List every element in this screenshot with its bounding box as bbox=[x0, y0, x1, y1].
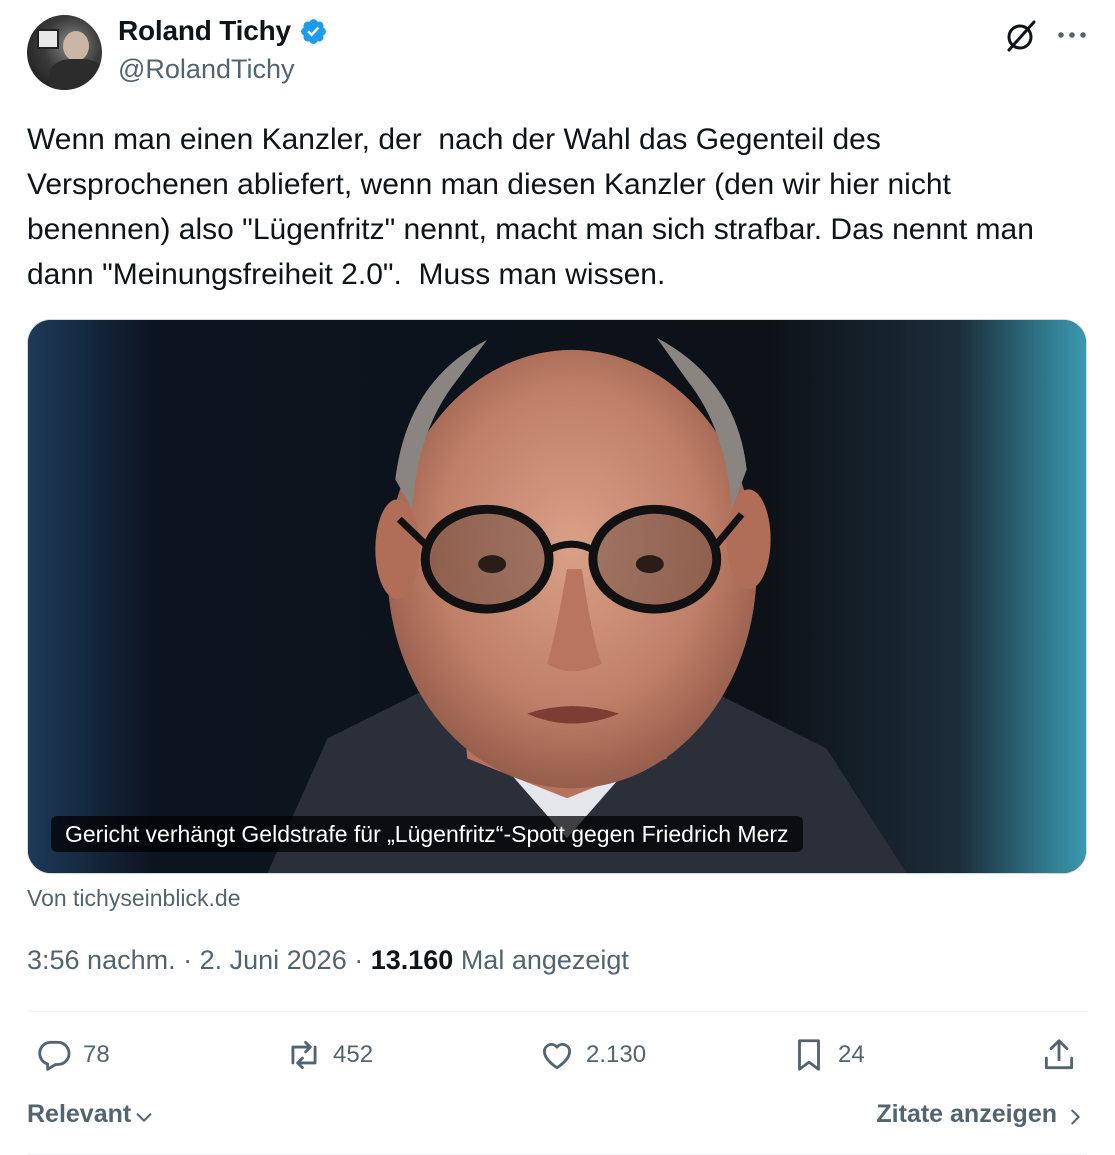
retweet-icon bbox=[291, 1040, 317, 1070]
share-button[interactable] bbox=[1040, 1036, 1088, 1074]
bookmark-count: 24 bbox=[838, 1041, 865, 1068]
grok-icon[interactable] bbox=[1003, 18, 1039, 54]
link-card[interactable]: Gericht verhängt Geldstrafe für „Lügenfr… bbox=[27, 319, 1087, 874]
repost-button[interactable]: 452 bbox=[285, 1036, 373, 1074]
card-caption: Gericht verhängt Geldstrafe für „Lügenfr… bbox=[51, 816, 803, 852]
avatar[interactable] bbox=[27, 15, 102, 90]
card-photo bbox=[28, 320, 1086, 873]
heart-icon bbox=[542, 1043, 572, 1070]
avatar-frame bbox=[37, 29, 59, 49]
meta-separator: · bbox=[346, 945, 371, 975]
share-icon bbox=[1044, 1039, 1074, 1070]
view-quotes-link[interactable]: Zitate anzeigen bbox=[876, 1100, 1085, 1129]
reply-bubble-icon bbox=[38, 1040, 71, 1071]
chevron-right-icon bbox=[1071, 1109, 1080, 1124]
verified-badge-icon[interactable] bbox=[299, 17, 328, 46]
reply-button[interactable]: 78 bbox=[35, 1036, 110, 1074]
views-label: Mal angezeigt bbox=[453, 945, 629, 975]
tweet: Roland Tichy @RolandTichy Wenn man einen… bbox=[0, 0, 1115, 1155]
sort-dropdown[interactable]: Relevant bbox=[27, 1100, 155, 1129]
tweet-text: Wenn man einen Kanzler, der nach der Wah… bbox=[27, 123, 1043, 291]
timestamp-time[interactable]: 3:56 nachm. bbox=[27, 945, 176, 975]
name-row: Roland Tichy bbox=[118, 15, 328, 47]
tweet-meta: 3:56 nachm. · 2. Juni 2026 · 13.160 Mal … bbox=[27, 945, 629, 976]
sort-label: Relevant bbox=[27, 1100, 132, 1128]
handle[interactable]: @RolandTichy bbox=[118, 54, 294, 85]
chevron-down-icon bbox=[136, 1112, 152, 1122]
card-source[interactable]: Von tichyseinblick.de bbox=[27, 885, 241, 912]
views-count[interactable]: 13.160 bbox=[371, 945, 454, 975]
bookmark-icon bbox=[798, 1039, 820, 1071]
avatar-body bbox=[49, 59, 102, 90]
avatar-head bbox=[63, 31, 89, 61]
bookmark-button[interactable]: 24 bbox=[790, 1036, 865, 1074]
meta-separator: · bbox=[175, 945, 200, 975]
display-name[interactable]: Roland Tichy bbox=[118, 15, 291, 47]
like-button[interactable]: 2.130 bbox=[538, 1036, 646, 1074]
timestamp-date[interactable]: 2. Juni 2026 bbox=[200, 945, 347, 975]
like-count: 2.130 bbox=[586, 1041, 647, 1068]
quotes-label: Zitate anzeigen bbox=[876, 1100, 1057, 1128]
more-dots-icon[interactable] bbox=[1055, 22, 1089, 48]
divider bbox=[27, 1011, 1087, 1012]
reply-count: 78 bbox=[83, 1041, 110, 1068]
repost-count: 452 bbox=[333, 1041, 374, 1068]
